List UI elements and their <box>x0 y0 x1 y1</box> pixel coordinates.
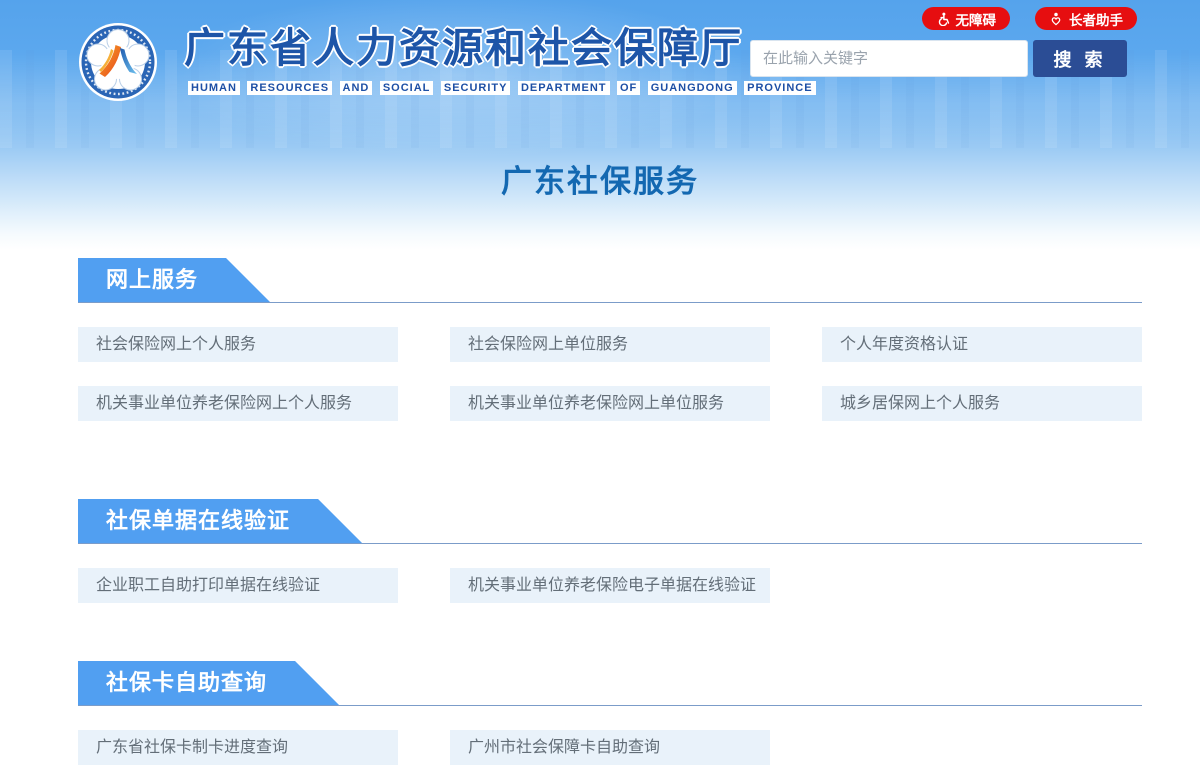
service-item-grid: 社会保险网上个人服务 社会保险网上单位服务 个人年度资格认证 机关事业单位养老保… <box>78 327 1142 421</box>
department-emblem-icon <box>78 22 158 102</box>
subtitle-word: PROVINCE <box>744 81 815 95</box>
section-receipt-verification: 社保单据在线验证 企业职工自助打印单据在线验证 机关事业单位养老保险电子单据在线… <box>78 499 1142 603</box>
site-logo <box>78 22 158 102</box>
search-button[interactable]: 搜 索 <box>1033 40 1127 77</box>
service-link[interactable]: 个人年度资格认证 <box>822 327 1142 362</box>
subtitle-word: GUANGDONG <box>648 81 737 95</box>
services-main: 网上服务 社会保险网上个人服务 社会保险网上单位服务 个人年度资格认证 机关事业… <box>78 258 1142 765</box>
accessibility-button[interactable]: 无障碍 <box>922 7 1011 30</box>
site-header: 广东省人力资源和社会保障厅 HUMAN RESOURCES AND SOCIAL… <box>0 0 1200 250</box>
section-title-ribbon: 社保卡自助查询 <box>78 661 339 705</box>
subtitle-word: RESOURCES <box>247 81 332 95</box>
section-title-ribbon: 社保单据在线验证 <box>78 499 362 543</box>
site-subtitle: HUMAN RESOURCES AND SOCIAL SECURITY DEPA… <box>188 78 819 96</box>
subtitle-word: SECURITY <box>441 81 511 95</box>
top-action-buttons: 无障碍 长者助手 <box>922 7 1138 30</box>
service-link[interactable]: 广东省社保卡制卡进度查询 <box>78 730 398 765</box>
section-online-services: 网上服务 社会保险网上个人服务 社会保险网上单位服务 个人年度资格认证 机关事业… <box>78 258 1142 421</box>
subtitle-word: HUMAN <box>188 81 240 95</box>
service-link[interactable]: 机关事业单位养老保险网上个人服务 <box>78 386 398 421</box>
service-link[interactable]: 城乡居保网上个人服务 <box>822 386 1142 421</box>
wheelchair-icon <box>936 12 950 26</box>
service-link[interactable]: 社会保险网上单位服务 <box>450 327 770 362</box>
elder-assistant-button[interactable]: 长者助手 <box>1035 7 1137 30</box>
subtitle-word: DEPARTMENT <box>518 81 610 95</box>
site-search: 搜 索 <box>750 40 1127 77</box>
subtitle-word: OF <box>617 81 640 95</box>
service-link[interactable]: 机关事业单位养老保险网上单位服务 <box>450 386 770 421</box>
page-title: 广东社保服务 <box>0 156 1200 201</box>
section-header: 社保单据在线验证 <box>78 499 1142 544</box>
service-item-grid: 广东省社保卡制卡进度查询 广州市社会保障卡自助查询 <box>78 730 1142 765</box>
search-input[interactable] <box>750 40 1028 77</box>
service-link[interactable]: 广州市社会保障卡自助查询 <box>450 730 770 765</box>
site-title: 广东省人力资源和社会保障厅 <box>184 26 819 71</box>
section-card-self-query: 社保卡自助查询 广东省社保卡制卡进度查询 广州市社会保障卡自助查询 <box>78 661 1142 765</box>
service-link[interactable]: 机关事业单位养老保险电子单据在线验证 <box>450 568 770 603</box>
service-link[interactable]: 企业职工自助打印单据在线验证 <box>78 568 398 603</box>
brand-block: 广东省人力资源和社会保障厅 HUMAN RESOURCES AND SOCIAL… <box>184 26 819 96</box>
subtitle-word: SOCIAL <box>380 81 434 95</box>
elder-heart-icon <box>1049 12 1063 26</box>
elder-assistant-button-label: 长者助手 <box>1069 9 1123 29</box>
section-title-ribbon: 网上服务 <box>78 258 270 302</box>
service-item-grid: 企业职工自助打印单据在线验证 机关事业单位养老保险电子单据在线验证 <box>78 568 1142 603</box>
accessibility-button-label: 无障碍 <box>956 9 997 29</box>
section-header: 社保卡自助查询 <box>78 661 1142 706</box>
section-header: 网上服务 <box>78 258 1142 303</box>
service-link[interactable]: 社会保险网上个人服务 <box>78 327 398 362</box>
subtitle-word: AND <box>340 81 373 95</box>
